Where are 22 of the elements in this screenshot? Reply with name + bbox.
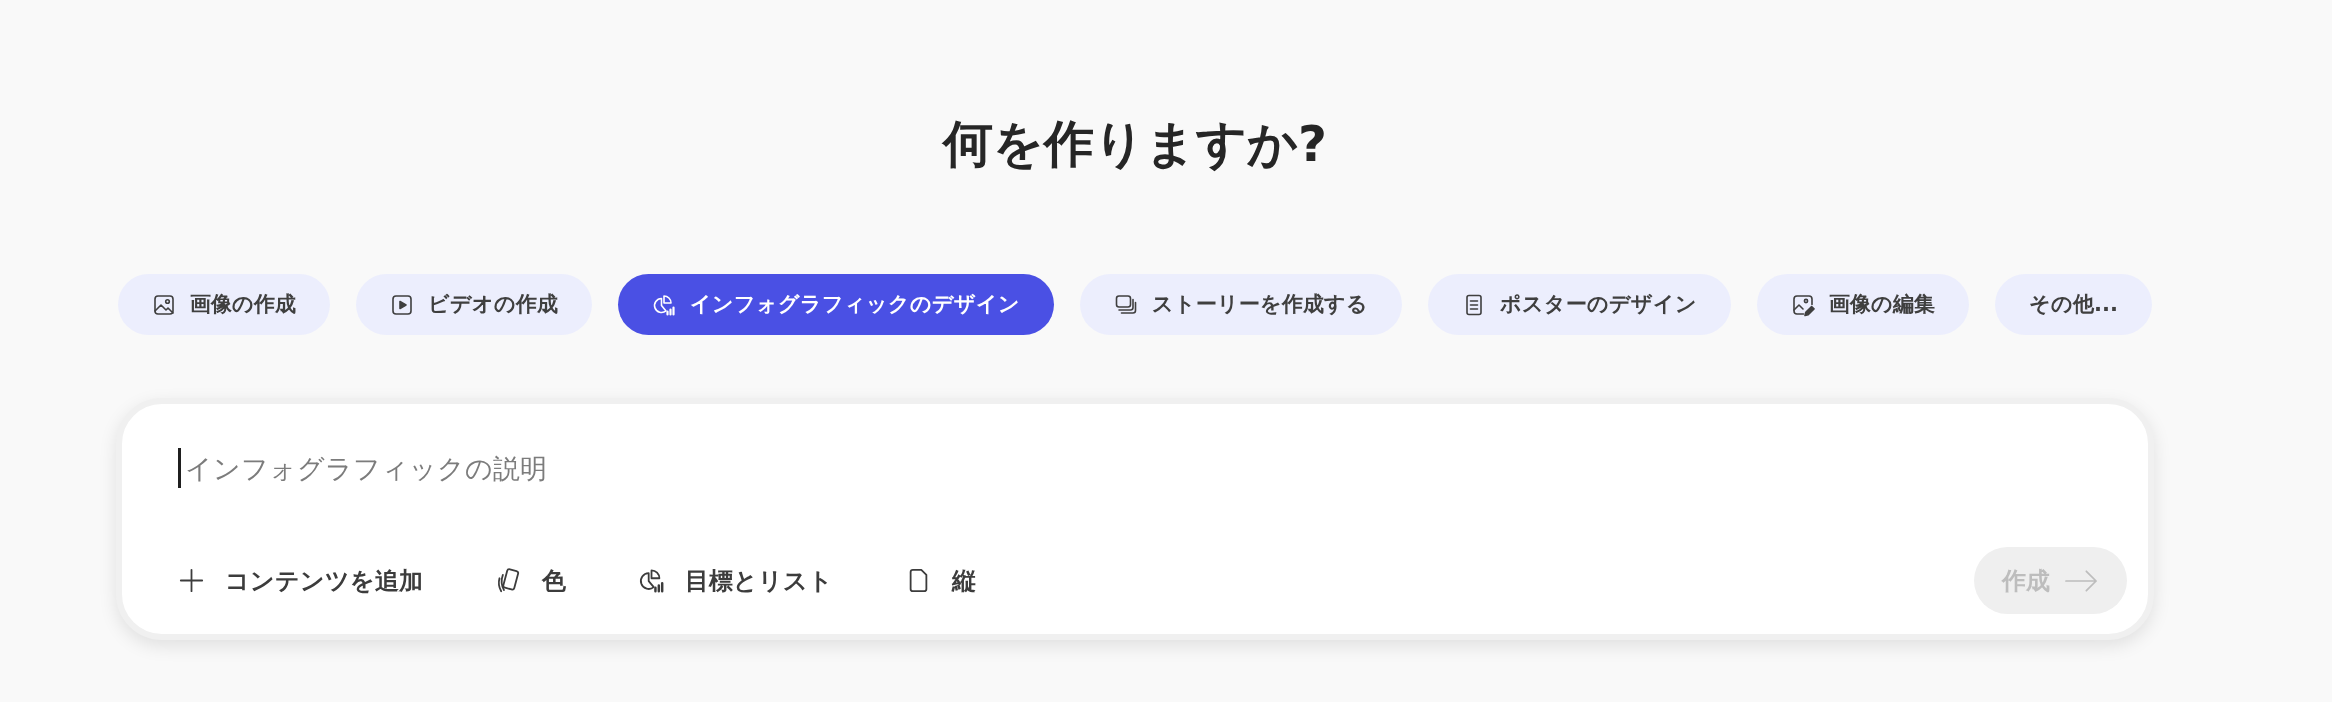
play-icon [390,292,415,317]
stacked-cards-icon [1114,292,1139,317]
image-icon [152,292,177,317]
right-arrow-icon [2065,568,2098,593]
pie-chart-icon [638,567,665,594]
category-tab[interactable]: インフォグラフィックのデザイン [618,274,1055,335]
pie-chart-icon [652,292,677,317]
category-tab[interactable]: ビデオの作成 [356,274,593,335]
card-fan-icon [495,567,522,594]
page-title: 何を作りますか? [941,114,1328,174]
orientation-button[interactable]: 縦 [905,562,976,599]
description-field[interactable]: インフォグラフィックの説明 [178,441,2127,495]
category-tab[interactable]: ポスターのデザイン [1428,274,1732,335]
image-pencil-icon [1791,292,1816,317]
add-content-button[interactable]: コンテンツを追加 [178,562,423,599]
goals-list-button[interactable]: 目標とリスト [638,562,833,599]
category-tab[interactable]: 画像の作成 [118,274,331,335]
plus-icon [178,567,205,594]
color-button[interactable]: 色 [495,562,566,599]
category-tab[interactable]: その他... [1995,274,2152,335]
category-tab[interactable]: 画像の編集 [1757,274,1970,335]
category-tab[interactable]: ストーリーを作成する [1080,274,1403,335]
